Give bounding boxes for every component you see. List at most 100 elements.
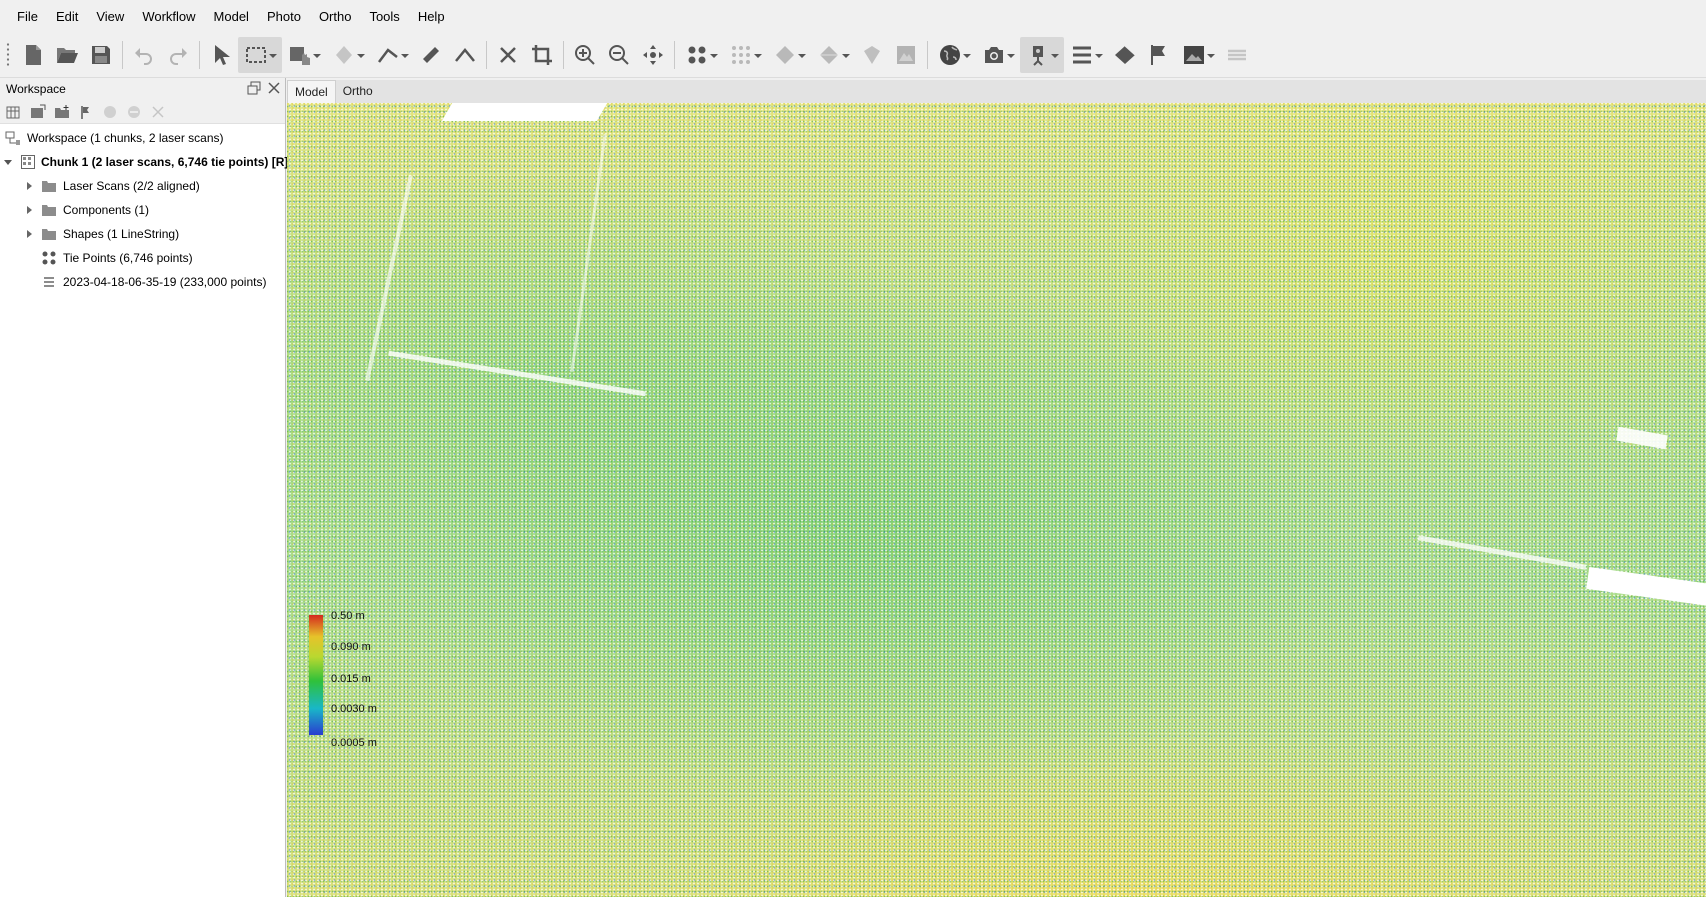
dem-icon bbox=[897, 46, 915, 64]
ruler-button[interactable] bbox=[414, 37, 448, 73]
open-button[interactable] bbox=[50, 37, 84, 73]
redo-icon bbox=[170, 48, 187, 65]
tree-item-label: 2023-04-18-06-35-19 (233,000 points) bbox=[63, 275, 267, 289]
show-layers-button[interactable] bbox=[1220, 37, 1254, 73]
chunk-icon bbox=[21, 155, 35, 169]
show-cameras-button[interactable] bbox=[976, 37, 1020, 73]
menu-lines-icon bbox=[1073, 46, 1091, 64]
toolbar-separator bbox=[122, 41, 123, 69]
menu-model[interactable]: Model bbox=[205, 0, 258, 33]
tree-item-label: Chunk 1 (2 laser scans, 6,746 tie points… bbox=[41, 155, 289, 169]
tree-item-tie-points[interactable]: Tie Points (6,746 points) bbox=[0, 246, 285, 270]
legend-color-bar bbox=[309, 615, 323, 735]
menu-workflow[interactable]: Workflow bbox=[133, 0, 204, 33]
show-info-button[interactable] bbox=[1064, 37, 1108, 73]
tie-points-icon bbox=[42, 251, 56, 265]
undock-icon[interactable] bbox=[247, 81, 261, 95]
folder-icon bbox=[42, 229, 56, 240]
tree-item-chunk[interactable]: Chunk 1 (2 laser scans, 6,746 tie points… bbox=[0, 150, 289, 174]
menu-help[interactable]: Help bbox=[409, 0, 454, 33]
disable-circle-icon bbox=[128, 105, 140, 118]
toolbar-separator bbox=[486, 41, 487, 69]
undo-button[interactable] bbox=[127, 37, 161, 73]
add-marker-icon bbox=[81, 105, 89, 119]
menu-photo[interactable]: Photo bbox=[258, 0, 310, 33]
model-textured-button[interactable] bbox=[811, 37, 855, 73]
rectangle-selection-button[interactable] bbox=[238, 37, 282, 73]
expand-arrow-icon[interactable] bbox=[24, 205, 34, 215]
tree-item-point-cloud[interactable]: 2023-04-18-06-35-19 (233,000 points) bbox=[0, 270, 285, 294]
globe-icon bbox=[940, 45, 960, 65]
model-viewport[interactable]: 0.50 m 0.090 m 0.015 m 0.0030 m 0.0005 m bbox=[287, 103, 1706, 897]
camera-icon bbox=[985, 47, 1003, 63]
add-folder-button[interactable] bbox=[52, 102, 72, 122]
tab-model[interactable]: Model bbox=[287, 80, 336, 103]
expand-arrow-icon[interactable] bbox=[24, 229, 34, 239]
dense-points-icon bbox=[732, 46, 750, 64]
workspace-icon bbox=[5, 131, 20, 145]
save-icon bbox=[92, 46, 110, 64]
undo-icon bbox=[135, 48, 152, 65]
main-toolbar bbox=[0, 33, 1706, 78]
enable-button[interactable] bbox=[100, 102, 120, 122]
shapes-icon bbox=[1115, 45, 1136, 64]
save-button[interactable] bbox=[84, 37, 118, 73]
draw-polyline-button[interactable] bbox=[370, 37, 414, 73]
add-marker-button[interactable] bbox=[76, 102, 96, 122]
menu-view[interactable]: View bbox=[87, 0, 133, 33]
menu-tools[interactable]: Tools bbox=[360, 0, 408, 33]
view-tabs: Model Ortho bbox=[287, 80, 1706, 103]
zoom-out-button[interactable] bbox=[602, 37, 636, 73]
remove-items-button[interactable] bbox=[148, 102, 168, 122]
points-cluster-icon bbox=[688, 46, 706, 64]
tree-item-label: Workspace (1 chunks, 2 laser scans) bbox=[27, 131, 224, 145]
reset-view-button[interactable] bbox=[636, 37, 670, 73]
show-images-button[interactable] bbox=[1176, 37, 1220, 73]
tiled-model-button[interactable] bbox=[855, 37, 889, 73]
expand-arrow-icon[interactable] bbox=[24, 181, 34, 191]
delete-selection-button[interactable] bbox=[491, 37, 525, 73]
folder-icon bbox=[42, 205, 56, 216]
draw-polygon-button[interactable] bbox=[326, 37, 370, 73]
add-photos-button[interactable] bbox=[28, 102, 48, 122]
navigation-button[interactable] bbox=[204, 37, 238, 73]
show-shapes-button[interactable] bbox=[1108, 37, 1142, 73]
dem-button[interactable] bbox=[889, 37, 923, 73]
menu-edit[interactable]: Edit bbox=[47, 0, 87, 33]
move-arrows-icon bbox=[643, 45, 663, 65]
redo-button[interactable] bbox=[161, 37, 195, 73]
workspace-header: Workspace bbox=[0, 78, 285, 100]
cursor-arrow-icon bbox=[215, 45, 230, 65]
zoom-in-button[interactable] bbox=[568, 37, 602, 73]
view-mode-button[interactable] bbox=[932, 37, 976, 73]
crop-selection-button[interactable] bbox=[525, 37, 559, 73]
free-form-selection-button[interactable] bbox=[282, 37, 326, 73]
tab-ortho[interactable]: Ortho bbox=[336, 80, 380, 103]
tree-item-components[interactable]: Components (1) bbox=[0, 198, 285, 222]
show-markers-button[interactable] bbox=[1142, 37, 1176, 73]
menu-ortho[interactable]: Ortho bbox=[310, 0, 361, 33]
tree-item-shapes[interactable]: Shapes (1 LineString) bbox=[0, 222, 285, 246]
points-view-button[interactable] bbox=[679, 37, 723, 73]
legend-label: 0.50 m bbox=[331, 610, 365, 622]
menu-file[interactable]: File bbox=[8, 0, 47, 33]
toolbar-separator bbox=[199, 41, 200, 69]
folder-open-icon bbox=[57, 48, 78, 63]
toolbar-grip[interactable] bbox=[6, 42, 10, 68]
model-shaded-button[interactable] bbox=[767, 37, 811, 73]
tree-item-workspace[interactable]: Workspace (1 chunks, 2 laser scans) bbox=[0, 126, 285, 150]
toolbar-separator bbox=[927, 41, 928, 69]
dense-cloud-button[interactable] bbox=[723, 37, 767, 73]
new-document-button[interactable] bbox=[16, 37, 50, 73]
show-laser-scans-button[interactable] bbox=[1020, 37, 1064, 73]
tree-item-label: Components (1) bbox=[63, 203, 150, 217]
angle-button[interactable] bbox=[448, 37, 482, 73]
add-chunk-button[interactable] bbox=[4, 102, 24, 122]
disable-button[interactable] bbox=[124, 102, 144, 122]
collapse-arrow-icon[interactable] bbox=[4, 157, 12, 167]
tree-item-laser-scans[interactable]: Laser Scans (2/2 aligned) bbox=[0, 174, 285, 198]
menu-bar: File Edit View Workflow Model Photo Orth… bbox=[0, 0, 1706, 33]
diamond-shaded-icon bbox=[776, 46, 794, 64]
toolbar-separator bbox=[563, 41, 564, 69]
close-icon[interactable] bbox=[267, 81, 281, 95]
